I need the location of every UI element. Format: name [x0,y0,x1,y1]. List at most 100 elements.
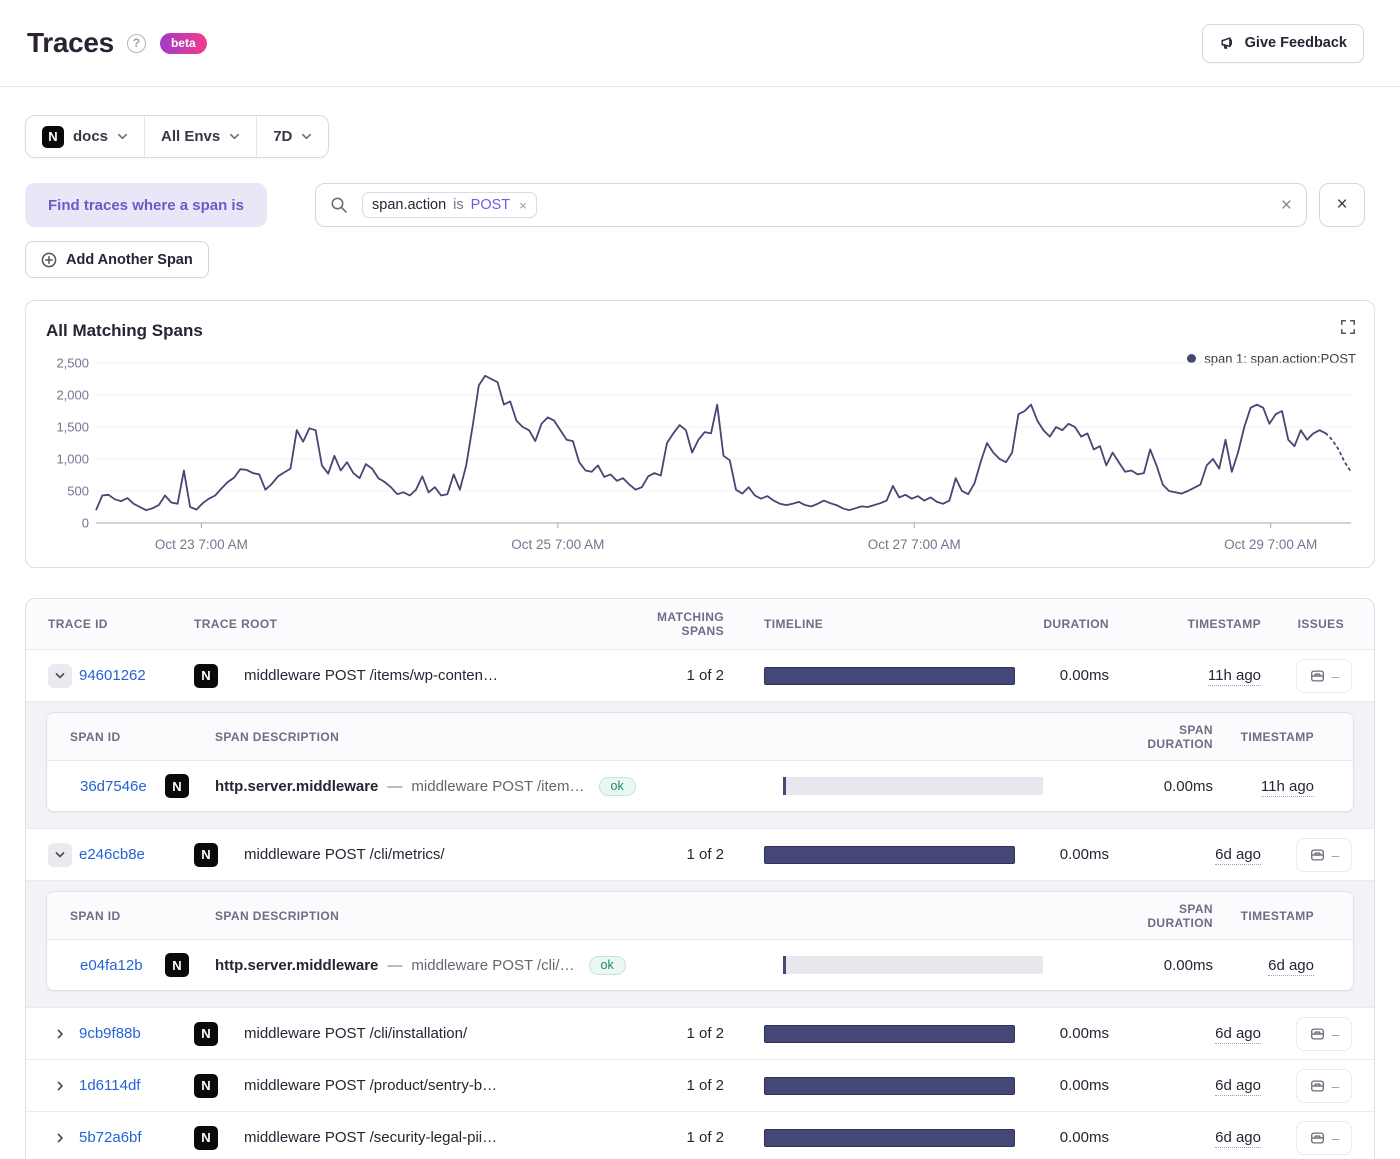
span-description: http.server.middleware — middleware POST… [215,956,783,975]
issues-button[interactable]: – [1296,1069,1352,1103]
span-timeline-cell [783,777,1113,795]
add-another-span-button[interactable]: Add Another Span [25,241,209,278]
span-row: e04fa12b N http.server.middleware — midd… [47,940,1353,990]
project-filter-label: docs [73,128,108,145]
span-separator: — [387,778,402,795]
traces-table-header: TRACE ID TRACE ROOT MATCHING SPANS TIMEL… [26,599,1374,649]
help-icon[interactable]: ? [127,34,146,53]
timeline-cell [764,1077,1034,1095]
project-logo-icon: N [194,843,218,867]
col-issues: ISSUES [1284,617,1374,631]
trace-id-link[interactable]: e246cb8e [79,846,145,863]
all-matching-spans-panel: All Matching Spans span 1: span.action:P… [25,300,1375,568]
col-span-id: SPAN ID [47,909,165,923]
chart-title: All Matching Spans [46,321,203,341]
span-duration-value: 0.00ms [1113,957,1213,974]
span-card: SPAN ID SPAN DESCRIPTION SPAN DURATION T… [46,891,1354,991]
issues-count: – [1332,1026,1340,1042]
timeline-cell [764,1025,1034,1043]
project-filter[interactable]: N docs [26,116,144,157]
search-icon [330,196,348,214]
issues-button[interactable]: – [1296,838,1352,872]
svg-text:Oct 25 7:00 AM: Oct 25 7:00 AM [511,537,604,552]
span-table-header: SPAN ID SPAN DESCRIPTION SPAN DURATION T… [47,892,1353,940]
span-description-text: middleware POST /cli/… [411,957,574,974]
fullscreen-icon[interactable] [1340,319,1356,335]
matching-spans-count: 1 of 2 [624,667,764,684]
trace-id-link[interactable]: 5b72a6bf [79,1129,142,1146]
trace-root-text: middleware POST /security-legal-pii… [244,1129,624,1146]
matching-spans-count: 1 of 2 [624,1129,764,1146]
expand-row-button[interactable] [48,1074,72,1098]
span-timeline-tick [783,777,786,795]
filter-token-key: span.action [372,197,446,213]
chevron-down-icon [301,131,312,142]
trace-root-text: middleware POST /product/sentry-b… [244,1077,624,1094]
trace-id-link[interactable]: 9cb9f88b [79,1025,141,1042]
issues-icon [1309,1130,1326,1146]
svg-text:Oct 23 7:00 AM: Oct 23 7:00 AM [155,537,248,552]
environment-filter-label: All Envs [161,128,220,145]
span-timestamp-value: 11h ago [1261,778,1314,797]
timestamp-value: 6d ago [1215,846,1261,865]
duration-value: 0.00ms [1034,1129,1129,1146]
issues-count: – [1332,668,1340,684]
span-search-input[interactable]: span.action is POST × × [315,183,1307,227]
timestamp-value: 6d ago [1215,1129,1261,1148]
span-card: SPAN ID SPAN DESCRIPTION SPAN DURATION T… [46,712,1354,812]
trace-id-link[interactable]: 94601262 [79,667,146,684]
issues-icon [1309,1026,1326,1042]
duration-value: 0.00ms [1034,667,1129,684]
expanded-spans-section: SPAN ID SPAN DESCRIPTION SPAN DURATION T… [26,701,1374,828]
span-description: http.server.middleware — middleware POST… [215,777,783,796]
matching-spans-count: 1 of 2 [624,846,764,863]
page-header: Traces ? beta Give Feedback [0,0,1400,87]
col-span-duration: SPAN DURATION [1113,902,1213,930]
expand-row-button[interactable] [48,1126,72,1150]
col-timestamp: TIMESTAMP [1129,617,1284,631]
svg-text:1,000: 1,000 [56,452,89,467]
search-clear-icon[interactable]: × [1281,196,1292,215]
collapse-row-button[interactable] [48,843,72,867]
col-span-timestamp: TIMESTAMP [1213,909,1353,923]
issues-count: – [1332,847,1340,863]
trace-id-link[interactable]: 1d6114df [79,1077,140,1094]
issues-button[interactable]: – [1296,1017,1352,1051]
span-status-badge: ok [589,956,626,975]
remove-span-filter-button[interactable]: × [1319,183,1365,227]
page-filter-bar: N docs All Envs 7D [25,115,329,158]
col-span-timestamp: TIMESTAMP [1213,730,1353,744]
table-row: 9cb9f88b N middleware POST /cli/installa… [26,1007,1374,1059]
filter-token[interactable]: span.action is POST × [362,192,537,218]
filter-token-remove-icon[interactable]: × [519,198,527,213]
issues-button[interactable]: – [1296,1121,1352,1155]
span-id-link[interactable]: e04fa12b [80,957,143,974]
timeline-cell [764,846,1034,864]
table-row: e246cb8e N middleware POST /cli/metrics/… [26,828,1374,880]
date-range-filter[interactable]: 7D [256,116,328,157]
svg-text:0: 0 [82,516,89,531]
span-op: http.server.middleware [215,957,378,974]
timestamp-value: 6d ago [1215,1025,1261,1044]
spans-chart-svg: 05001,0001,5002,0002,500Oct 23 7:00 AMOc… [26,341,1364,557]
issues-button[interactable]: – [1296,659,1352,693]
give-feedback-button[interactable]: Give Feedback [1202,24,1364,63]
project-logo-icon: N [165,774,189,798]
matching-spans-count: 1 of 2 [624,1077,764,1094]
plus-circle-icon [41,252,57,268]
environment-filter[interactable]: All Envs [144,116,256,157]
col-trace-id: TRACE ID [26,617,194,631]
megaphone-icon [1219,35,1236,52]
collapse-row-button[interactable] [48,664,72,688]
issues-icon [1309,847,1326,863]
table-row: 1d6114df N middleware POST /product/sent… [26,1059,1374,1111]
expand-row-button[interactable] [48,1022,72,1046]
span-row: 36d7546e N http.server.middleware — midd… [47,761,1353,811]
col-matching-spans: MATCHING SPANS [624,610,764,638]
timeline-bar [764,1025,1015,1043]
span-op: http.server.middleware [215,778,378,795]
issues-icon [1309,1078,1326,1094]
col-duration: DURATION [1034,617,1129,631]
issues-count: – [1332,1130,1340,1146]
span-id-link[interactable]: 36d7546e [80,778,147,795]
